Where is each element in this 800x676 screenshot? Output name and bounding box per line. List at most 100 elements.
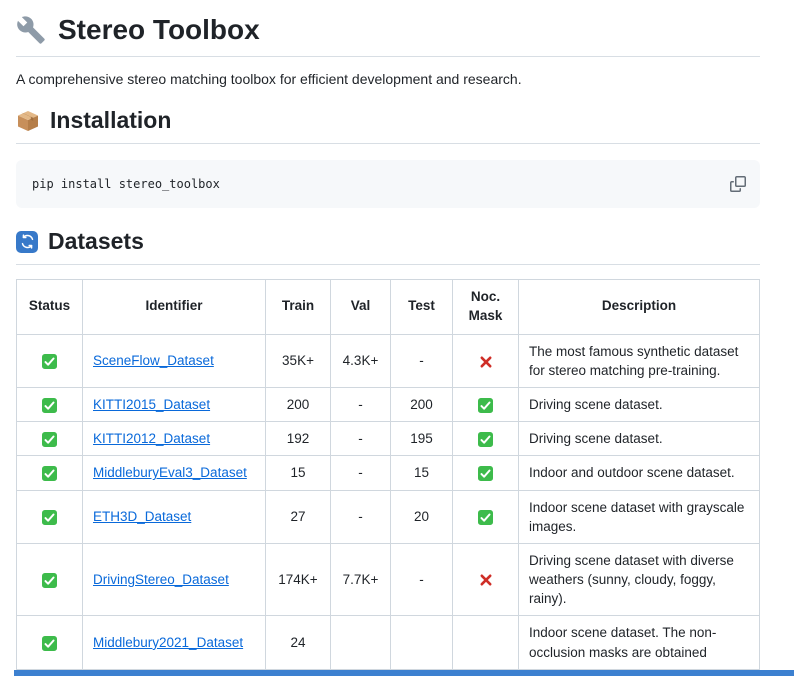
dataset-link[interactable]: KITTI2015_Dataset: [93, 397, 210, 412]
install-command: pip install stereo_toolbox: [32, 177, 220, 191]
column-header-noc-mask: Noc. Mask: [453, 280, 519, 335]
bottom-blue-bar: [14, 670, 794, 676]
cross-icon: [479, 573, 493, 587]
dataset-row: KITTI2015_Dataset 200-200 Driving scene da…: [17, 388, 760, 422]
check-icon: [42, 432, 57, 447]
status-cell: [17, 456, 83, 490]
description-cell: The most famous synthetic dataset for st…: [519, 334, 760, 387]
val-cell: -: [331, 388, 391, 422]
val-cell: 7.7K+: [331, 543, 391, 615]
check-icon: [42, 398, 57, 413]
train-cell: 200: [266, 388, 331, 422]
dataset-link[interactable]: KITTI2012_Dataset: [93, 431, 210, 446]
datasets-table: StatusIdentifierTrainValTestNoc. MaskDes…: [16, 279, 760, 670]
column-header-status: Status: [17, 280, 83, 335]
column-header-identifier: Identifier: [83, 280, 266, 335]
val-cell: 4.3K+: [331, 334, 391, 387]
train-cell: 192: [266, 422, 331, 456]
status-cell: [17, 422, 83, 456]
check-icon: [478, 432, 493, 447]
noc-mask-cell: [453, 616, 519, 669]
check-icon: [478, 510, 493, 525]
train-cell: 15: [266, 456, 331, 490]
copy-button[interactable]: [726, 172, 750, 196]
column-header-test: Test: [391, 280, 453, 335]
test-cell: -: [391, 543, 453, 615]
page-title-text: Stereo Toolbox: [58, 14, 260, 46]
datasets-heading-text: Datasets: [48, 228, 144, 255]
check-icon: [478, 466, 493, 481]
check-icon: [42, 510, 57, 525]
test-cell: 200: [391, 388, 453, 422]
train-cell: 27: [266, 490, 331, 543]
identifier-cell: Middlebury2021_Dataset: [83, 616, 266, 669]
test-cell: [391, 616, 453, 669]
package-icon: [16, 109, 40, 133]
identifier-cell: SceneFlow_Dataset: [83, 334, 266, 387]
identifier-cell: DrivingStereo_Dataset: [83, 543, 266, 615]
val-cell: [331, 616, 391, 669]
train-cell: 35K+: [266, 334, 331, 387]
column-header-val: Val: [331, 280, 391, 335]
val-cell: -: [331, 490, 391, 543]
refresh-icon: [16, 231, 38, 253]
page-subtitle: A comprehensive stereo matching toolbox …: [16, 71, 760, 87]
wrench-icon: [16, 15, 46, 45]
test-cell: 195: [391, 422, 453, 456]
installation-heading-text: Installation: [50, 107, 171, 134]
datasets-heading: Datasets: [16, 228, 760, 265]
check-icon: [42, 354, 57, 369]
status-cell: [17, 490, 83, 543]
dataset-row: Middlebury2021_Dataset 24 Indoor scene dat…: [17, 616, 760, 669]
table-header-row: StatusIdentifierTrainValTestNoc. MaskDes…: [17, 280, 760, 335]
identifier-cell: MiddleburyEval3_Dataset: [83, 456, 266, 490]
dataset-row: KITTI2012_Dataset 192-195 Driving scene da…: [17, 422, 760, 456]
check-icon: [478, 398, 493, 413]
description-cell: Indoor scene dataset with grayscale imag…: [519, 490, 760, 543]
column-header-train: Train: [266, 280, 331, 335]
train-cell: 174K+: [266, 543, 331, 615]
dataset-row: SceneFlow_Dataset 35K+4.3K+- The most famo…: [17, 334, 760, 387]
description-cell: Driving scene dataset.: [519, 422, 760, 456]
train-cell: 24: [266, 616, 331, 669]
description-cell: Driving scene dataset.: [519, 388, 760, 422]
install-code-block: pip install stereo_toolbox: [16, 160, 760, 208]
check-icon: [42, 466, 57, 481]
installation-heading: Installation: [16, 107, 760, 144]
dataset-link[interactable]: MiddleburyEval3_Dataset: [93, 465, 247, 480]
val-cell: -: [331, 456, 391, 490]
status-cell: [17, 388, 83, 422]
noc-mask-cell: [453, 490, 519, 543]
description-cell: Indoor and outdoor scene dataset.: [519, 456, 760, 490]
page-title: Stereo Toolbox: [16, 14, 760, 57]
dataset-link[interactable]: Middlebury2021_Dataset: [93, 635, 243, 650]
noc-mask-cell: [453, 543, 519, 615]
noc-mask-cell: [453, 422, 519, 456]
description-cell: Driving scene dataset with diverse weath…: [519, 543, 760, 615]
noc-mask-cell: [453, 334, 519, 387]
val-cell: -: [331, 422, 391, 456]
status-cell: [17, 616, 83, 669]
description-cell: Indoor scene dataset. The non-occlusion …: [519, 616, 760, 669]
check-icon: [42, 636, 57, 651]
dataset-row: ETH3D_Dataset 27-20 Indoor scene dataset w…: [17, 490, 760, 543]
identifier-cell: KITTI2012_Dataset: [83, 422, 266, 456]
cross-icon: [479, 355, 493, 369]
dataset-row: MiddleburyEval3_Dataset 15-15 Indoor and o…: [17, 456, 760, 490]
copy-icon: [730, 176, 746, 192]
dataset-link[interactable]: DrivingStereo_Dataset: [93, 572, 229, 587]
test-cell: 15: [391, 456, 453, 490]
dataset-link[interactable]: ETH3D_Dataset: [93, 509, 191, 524]
status-cell: [17, 543, 83, 615]
identifier-cell: KITTI2015_Dataset: [83, 388, 266, 422]
status-cell: [17, 334, 83, 387]
test-cell: 20: [391, 490, 453, 543]
identifier-cell: ETH3D_Dataset: [83, 490, 266, 543]
readme-page: Stereo Toolbox A comprehensive stereo ma…: [0, 0, 800, 670]
check-icon: [42, 573, 57, 588]
column-header-description: Description: [519, 280, 760, 335]
noc-mask-cell: [453, 388, 519, 422]
dataset-link[interactable]: SceneFlow_Dataset: [93, 353, 214, 368]
noc-mask-cell: [453, 456, 519, 490]
test-cell: -: [391, 334, 453, 387]
